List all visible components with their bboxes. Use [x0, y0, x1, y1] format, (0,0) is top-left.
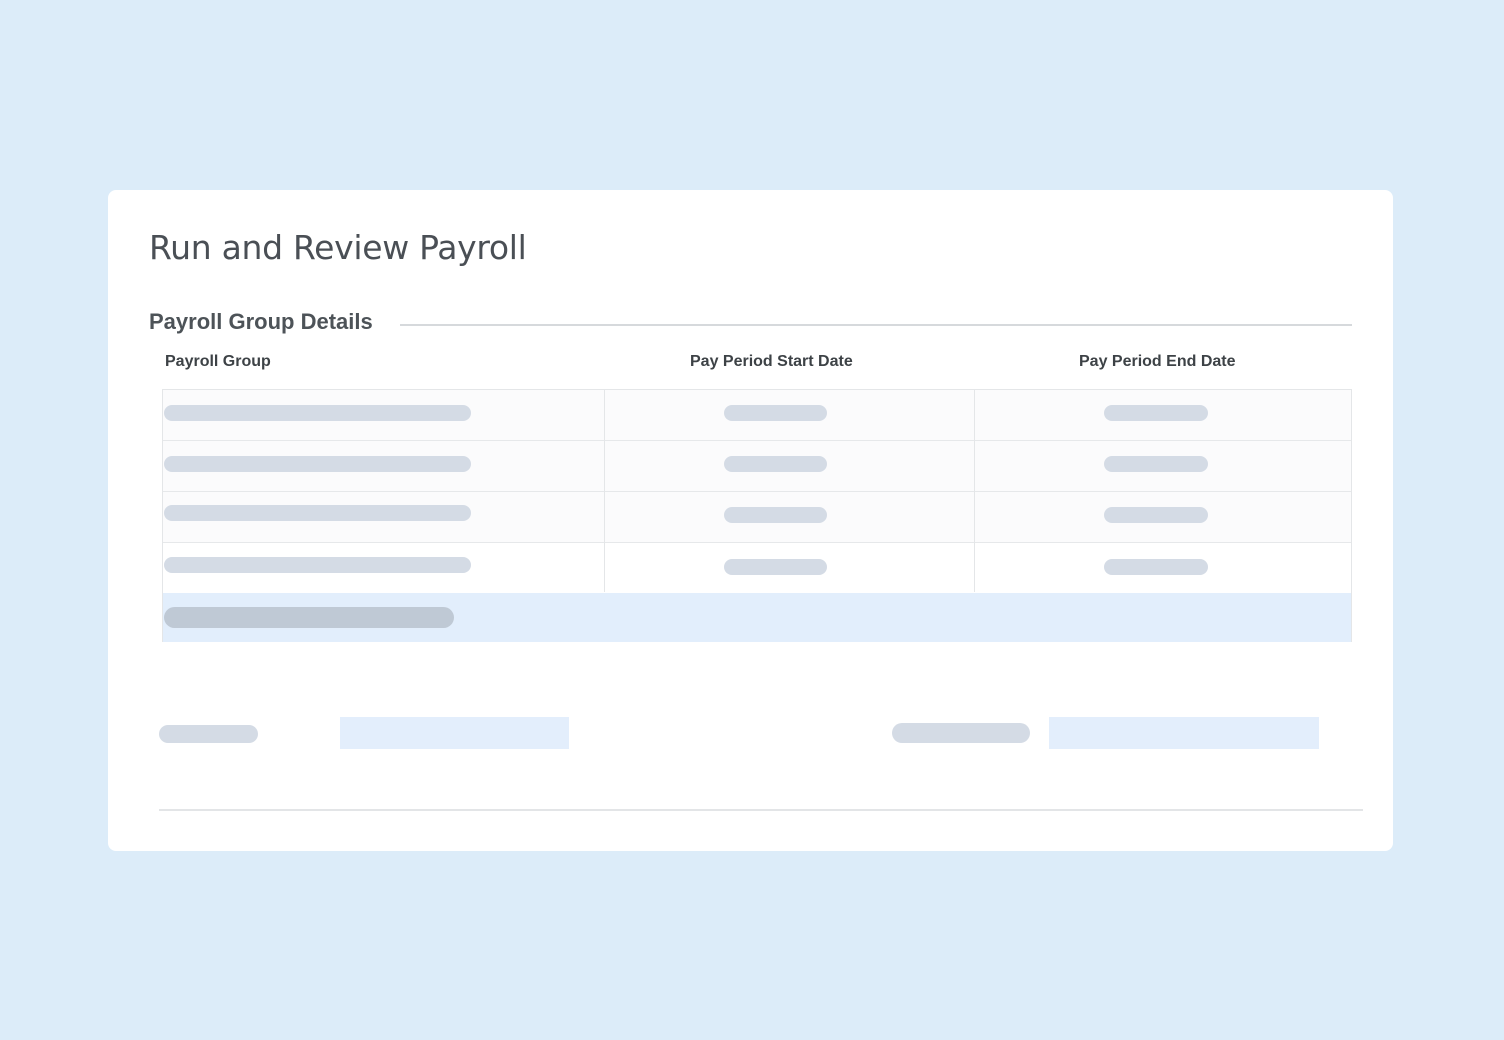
section-divider [400, 324, 1352, 326]
payroll-card: Run and Review Payroll Payroll Group Det… [108, 190, 1393, 851]
total-placeholder [164, 607, 454, 628]
end-date-placeholder [1104, 456, 1208, 472]
input-field-placeholder[interactable] [340, 717, 569, 749]
table-row[interactable] [163, 441, 1351, 492]
payroll-group-placeholder [164, 505, 471, 521]
end-date-placeholder [1104, 507, 1208, 523]
table-row[interactable] [163, 390, 1351, 441]
column-header-payroll-group: Payroll Group [165, 353, 271, 370]
column-divider [974, 390, 975, 592]
page-title: Run and Review Payroll [149, 228, 527, 267]
field-label-placeholder [892, 723, 1030, 743]
start-date-placeholder [724, 507, 827, 523]
column-header-end-date: Pay Period End Date [1079, 353, 1236, 370]
start-date-placeholder [724, 559, 827, 575]
table-row[interactable] [163, 543, 1351, 594]
payroll-group-placeholder [164, 456, 471, 472]
end-date-placeholder [1104, 559, 1208, 575]
start-date-placeholder [724, 456, 827, 472]
total-row [163, 593, 1351, 642]
end-date-placeholder [1104, 405, 1208, 421]
payroll-group-placeholder [164, 557, 471, 573]
input-field-placeholder[interactable] [1049, 717, 1319, 749]
payroll-group-placeholder [164, 405, 471, 421]
column-header-start-date: Pay Period Start Date [690, 353, 853, 370]
bottom-divider [159, 809, 1363, 811]
table-row[interactable] [163, 492, 1351, 543]
field-label-placeholder [159, 725, 258, 743]
start-date-placeholder [724, 405, 827, 421]
payroll-group-table [162, 389, 1352, 642]
section-title: Payroll Group Details [149, 309, 373, 334]
column-divider [604, 390, 605, 592]
